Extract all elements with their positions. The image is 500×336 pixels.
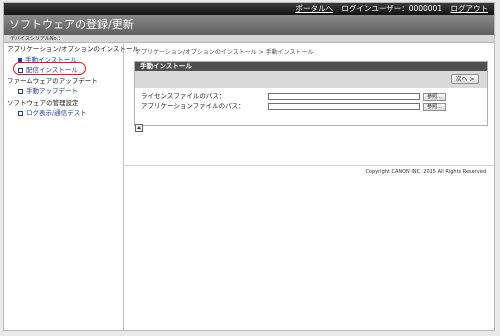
page-top-icon[interactable] [135,124,143,132]
device-serial-label: デバイスシリアルNo.： [4,35,494,43]
page-title: ソフトウェアの登録/更新 [4,15,494,35]
logout-link[interactable]: ログアウト [451,4,489,13]
manual-install-panel: 手動インストール 次へ > ライセンスファイルのパス： 参照... アプリケーシ… [134,61,488,126]
bullet-icon [18,88,23,94]
sidebar-section-app-install: アプリケーション/オプションのインストール [7,45,139,53]
bullet-icon [18,110,23,116]
application-browse-button[interactable]: 参照... [423,103,446,111]
sidebar-section-firmware-update: ファームウェアのアップデート [7,77,98,85]
sidebar-menu: アプリケーション/オプションのインストール 手動インストール 配信インストール … [4,43,139,330]
login-user-label: ログインユーザー： [341,4,409,13]
sidebar-item-label: 手動アップデート [26,87,78,95]
sidebar-item-log-test[interactable]: ログ表示/通信テスト [18,108,87,118]
license-browse-button[interactable]: 参照... [423,93,446,101]
application-file-row: アプリケーションファイルのパス： 参照... [141,102,481,111]
footer-divider [124,165,494,166]
license-file-label: ライセンスファイルのパス： [141,92,226,100]
sidebar-item-manual-update[interactable]: 手動アップデート [18,86,78,96]
breadcrumb: アプリケーション/オプションのインストール > 手動インストール [135,49,314,56]
license-file-row: ライセンスファイルのパス： 参照... [141,92,481,101]
sidebar-section-software-management: ソフトウェアの管理設定 [7,99,79,107]
panel-title: 手動インストール [135,62,487,71]
login-user-id: 0000001 [408,4,443,13]
next-button[interactable]: 次へ > [451,74,479,84]
panel-button-bar: 次へ > [135,71,487,88]
top-bar: ポータルへ ログインユーザー：0000001 ログアウト [4,3,494,15]
application-file-path-input[interactable] [268,103,420,110]
license-file-path-input[interactable] [268,93,420,100]
copyright-text: Copyright CANON INC. 2015 All Rights Res… [365,169,486,175]
highlight-annotation [13,62,86,75]
application-file-label: アプリケーションファイルのパス： [141,102,245,110]
portal-link[interactable]: ポータルへ [295,4,333,13]
sidebar-item-label: ログ表示/通信テスト [26,109,87,117]
browser-page: ポータルへ ログインユーザー：0000001 ログアウト ソフトウェアの登録/更… [3,2,495,331]
